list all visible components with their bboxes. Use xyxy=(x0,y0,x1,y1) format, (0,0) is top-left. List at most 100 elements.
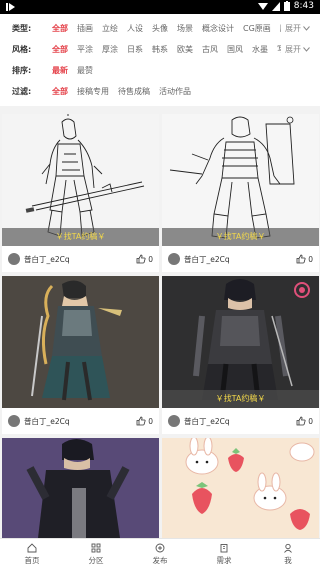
type-option[interactable]: 人设 xyxy=(127,23,143,34)
grid-icon xyxy=(91,543,101,552)
type-option[interactable]: 头像 xyxy=(152,23,168,34)
avatar[interactable] xyxy=(8,253,20,265)
artwork-grid[interactable]: ￥找TA约稿￥ 普白丁_e2Cq 0 ￥找TA约稿￥ 普白丁_e2Cq 0 普白… xyxy=(0,112,320,538)
status-bar: 8:43 xyxy=(0,0,320,14)
artwork-image[interactable] xyxy=(2,438,159,538)
like-button[interactable]: 0 xyxy=(136,254,153,264)
card-meta: 普白丁_e2Cq 0 xyxy=(2,246,159,272)
thumbs-up-icon xyxy=(296,254,306,264)
type-expand-button[interactable]: 展开 xyxy=(281,22,310,34)
signal-icon xyxy=(271,1,280,11)
expand-label: 展开 xyxy=(281,22,301,34)
commission-banner[interactable]: ￥找TA约稿￥ xyxy=(2,228,159,246)
artwork-image[interactable] xyxy=(2,114,159,246)
like-button[interactable]: 0 xyxy=(136,416,153,426)
tab-label: 我 xyxy=(284,555,292,565)
card-meta: 普白丁_e2Cq 0 xyxy=(2,408,159,434)
thumbs-up-icon xyxy=(136,416,146,426)
like-button[interactable]: 0 xyxy=(296,416,313,426)
avatar[interactable] xyxy=(168,415,180,427)
sort-option-newest[interactable]: 最新 xyxy=(52,65,68,76)
artwork-card[interactable]: ￥找TA约稿￥ 普白丁_e2Cq 0 xyxy=(162,276,319,434)
filter-option[interactable]: 接稿专用 xyxy=(77,86,109,97)
tab-label: 需求 xyxy=(216,555,232,565)
like-button[interactable]: 0 xyxy=(296,254,313,264)
tab-label: 分区 xyxy=(88,555,104,565)
style-option[interactable]: 水墨 xyxy=(252,44,268,55)
tab-home[interactable]: 首页 xyxy=(0,539,64,569)
artwork-card[interactable]: ￥找TA约稿￥ 普白丁_e2Cq 0 xyxy=(162,114,319,272)
card-meta: 普白丁_e2Cq 0 xyxy=(162,246,319,272)
filter-label-type: 类型: xyxy=(12,23,32,33)
author-name[interactable]: 普白丁_e2Cq xyxy=(184,254,230,265)
chevron-down-icon xyxy=(303,25,310,31)
tab-publish[interactable]: 发布 xyxy=(128,539,192,569)
style-option[interactable]: 韩系 xyxy=(152,44,168,55)
wifi-icon xyxy=(257,2,268,10)
avatar[interactable] xyxy=(168,253,180,265)
app-notification-icon xyxy=(6,3,15,11)
tab-category[interactable]: 分区 xyxy=(64,539,128,569)
style-expand-button[interactable]: 展开 xyxy=(281,43,310,55)
style-option[interactable]: 厚涂 xyxy=(102,44,118,55)
filter-panel: 类型: 全部 插画 立绘 人设 头像 场景 概念设计 CG原画 服设 展开 风格… xyxy=(0,14,320,106)
avatar[interactable] xyxy=(8,415,20,427)
filter-label-sort: 排序: xyxy=(12,65,32,75)
like-count: 0 xyxy=(148,416,153,426)
filter-option[interactable]: 活动作品 xyxy=(159,86,191,97)
filter-row-filter: 过滤: 全部 接稿专用 待售成稿 活动作品 xyxy=(0,82,320,100)
chevron-down-icon xyxy=(303,46,310,52)
author-name[interactable]: 普白丁_e2Cq xyxy=(184,416,230,427)
battery-icon xyxy=(283,1,290,11)
style-option[interactable]: 古风 xyxy=(202,44,218,55)
filter-option[interactable]: 待售成稿 xyxy=(118,86,150,97)
style-option-all[interactable]: 全部 xyxy=(52,44,68,55)
like-count: 0 xyxy=(148,254,153,264)
expand-label: 展开 xyxy=(281,43,301,55)
type-option-all[interactable]: 全部 xyxy=(52,23,68,34)
artwork-card[interactable]: ￥找TA约稿￥ 普白丁_e2Cq 0 xyxy=(2,114,159,272)
type-option[interactable]: 概念设计 xyxy=(202,23,234,34)
tab-label: 发布 xyxy=(152,555,168,565)
tab-label: 首页 xyxy=(24,555,40,565)
artwork-image[interactable] xyxy=(162,114,319,246)
commission-banner[interactable]: ￥找TA约稿￥ xyxy=(162,390,319,408)
tab-requests[interactable]: 需求 xyxy=(192,539,256,569)
type-option[interactable]: CG原画 xyxy=(243,23,271,34)
type-option[interactable]: 场景 xyxy=(177,23,193,34)
artwork-card[interactable]: 普白丁_e2Cq 0 xyxy=(2,276,159,434)
like-count: 0 xyxy=(308,416,313,426)
home-icon xyxy=(27,542,37,552)
artwork-card[interactable] xyxy=(2,438,159,538)
filter-label-filter: 过滤: xyxy=(12,86,32,96)
user-icon xyxy=(284,543,292,553)
filter-row-style: 风格: 全部 平涂 厚涂 日系 韩系 欧美 古风 国风 水墨 写实 展开 xyxy=(0,40,320,58)
plus-circle-icon xyxy=(155,543,165,552)
filter-option-all[interactable]: 全部 xyxy=(52,86,68,97)
like-count: 0 xyxy=(308,254,313,264)
clock: 8:43 xyxy=(293,1,314,11)
commission-banner[interactable]: ￥找TA约稿￥ xyxy=(162,228,319,246)
artwork-image[interactable] xyxy=(162,438,319,538)
artwork-card[interactable] xyxy=(162,438,319,538)
artwork-image[interactable] xyxy=(2,276,159,408)
type-option[interactable]: 插画 xyxy=(77,23,93,34)
thumbs-up-icon xyxy=(136,254,146,264)
filter-row-sort: 排序: 最新 最赞 xyxy=(0,61,320,79)
tab-me[interactable]: 我 xyxy=(256,539,320,569)
type-option[interactable]: 立绘 xyxy=(102,23,118,34)
filter-label-style: 风格: xyxy=(12,44,32,54)
card-meta: 普白丁_e2Cq 0 xyxy=(162,408,319,434)
clipboard-icon xyxy=(220,543,228,552)
filter-row-type: 类型: 全部 插画 立绘 人设 头像 场景 概念设计 CG原画 服设 展开 xyxy=(0,19,320,37)
style-option[interactable]: 欧美 xyxy=(177,44,193,55)
style-option[interactable]: 日系 xyxy=(127,44,143,55)
sort-option-most-liked[interactable]: 最赞 xyxy=(77,65,93,76)
thumbs-up-icon xyxy=(296,416,306,426)
author-name[interactable]: 普白丁_e2Cq xyxy=(24,254,70,265)
bottom-tab-bar: 首页 分区 发布 需求 我 xyxy=(0,538,320,569)
author-name[interactable]: 普白丁_e2Cq xyxy=(24,416,70,427)
style-option[interactable]: 平涂 xyxy=(77,44,93,55)
artwork-image[interactable] xyxy=(162,276,319,408)
style-option[interactable]: 国风 xyxy=(227,44,243,55)
